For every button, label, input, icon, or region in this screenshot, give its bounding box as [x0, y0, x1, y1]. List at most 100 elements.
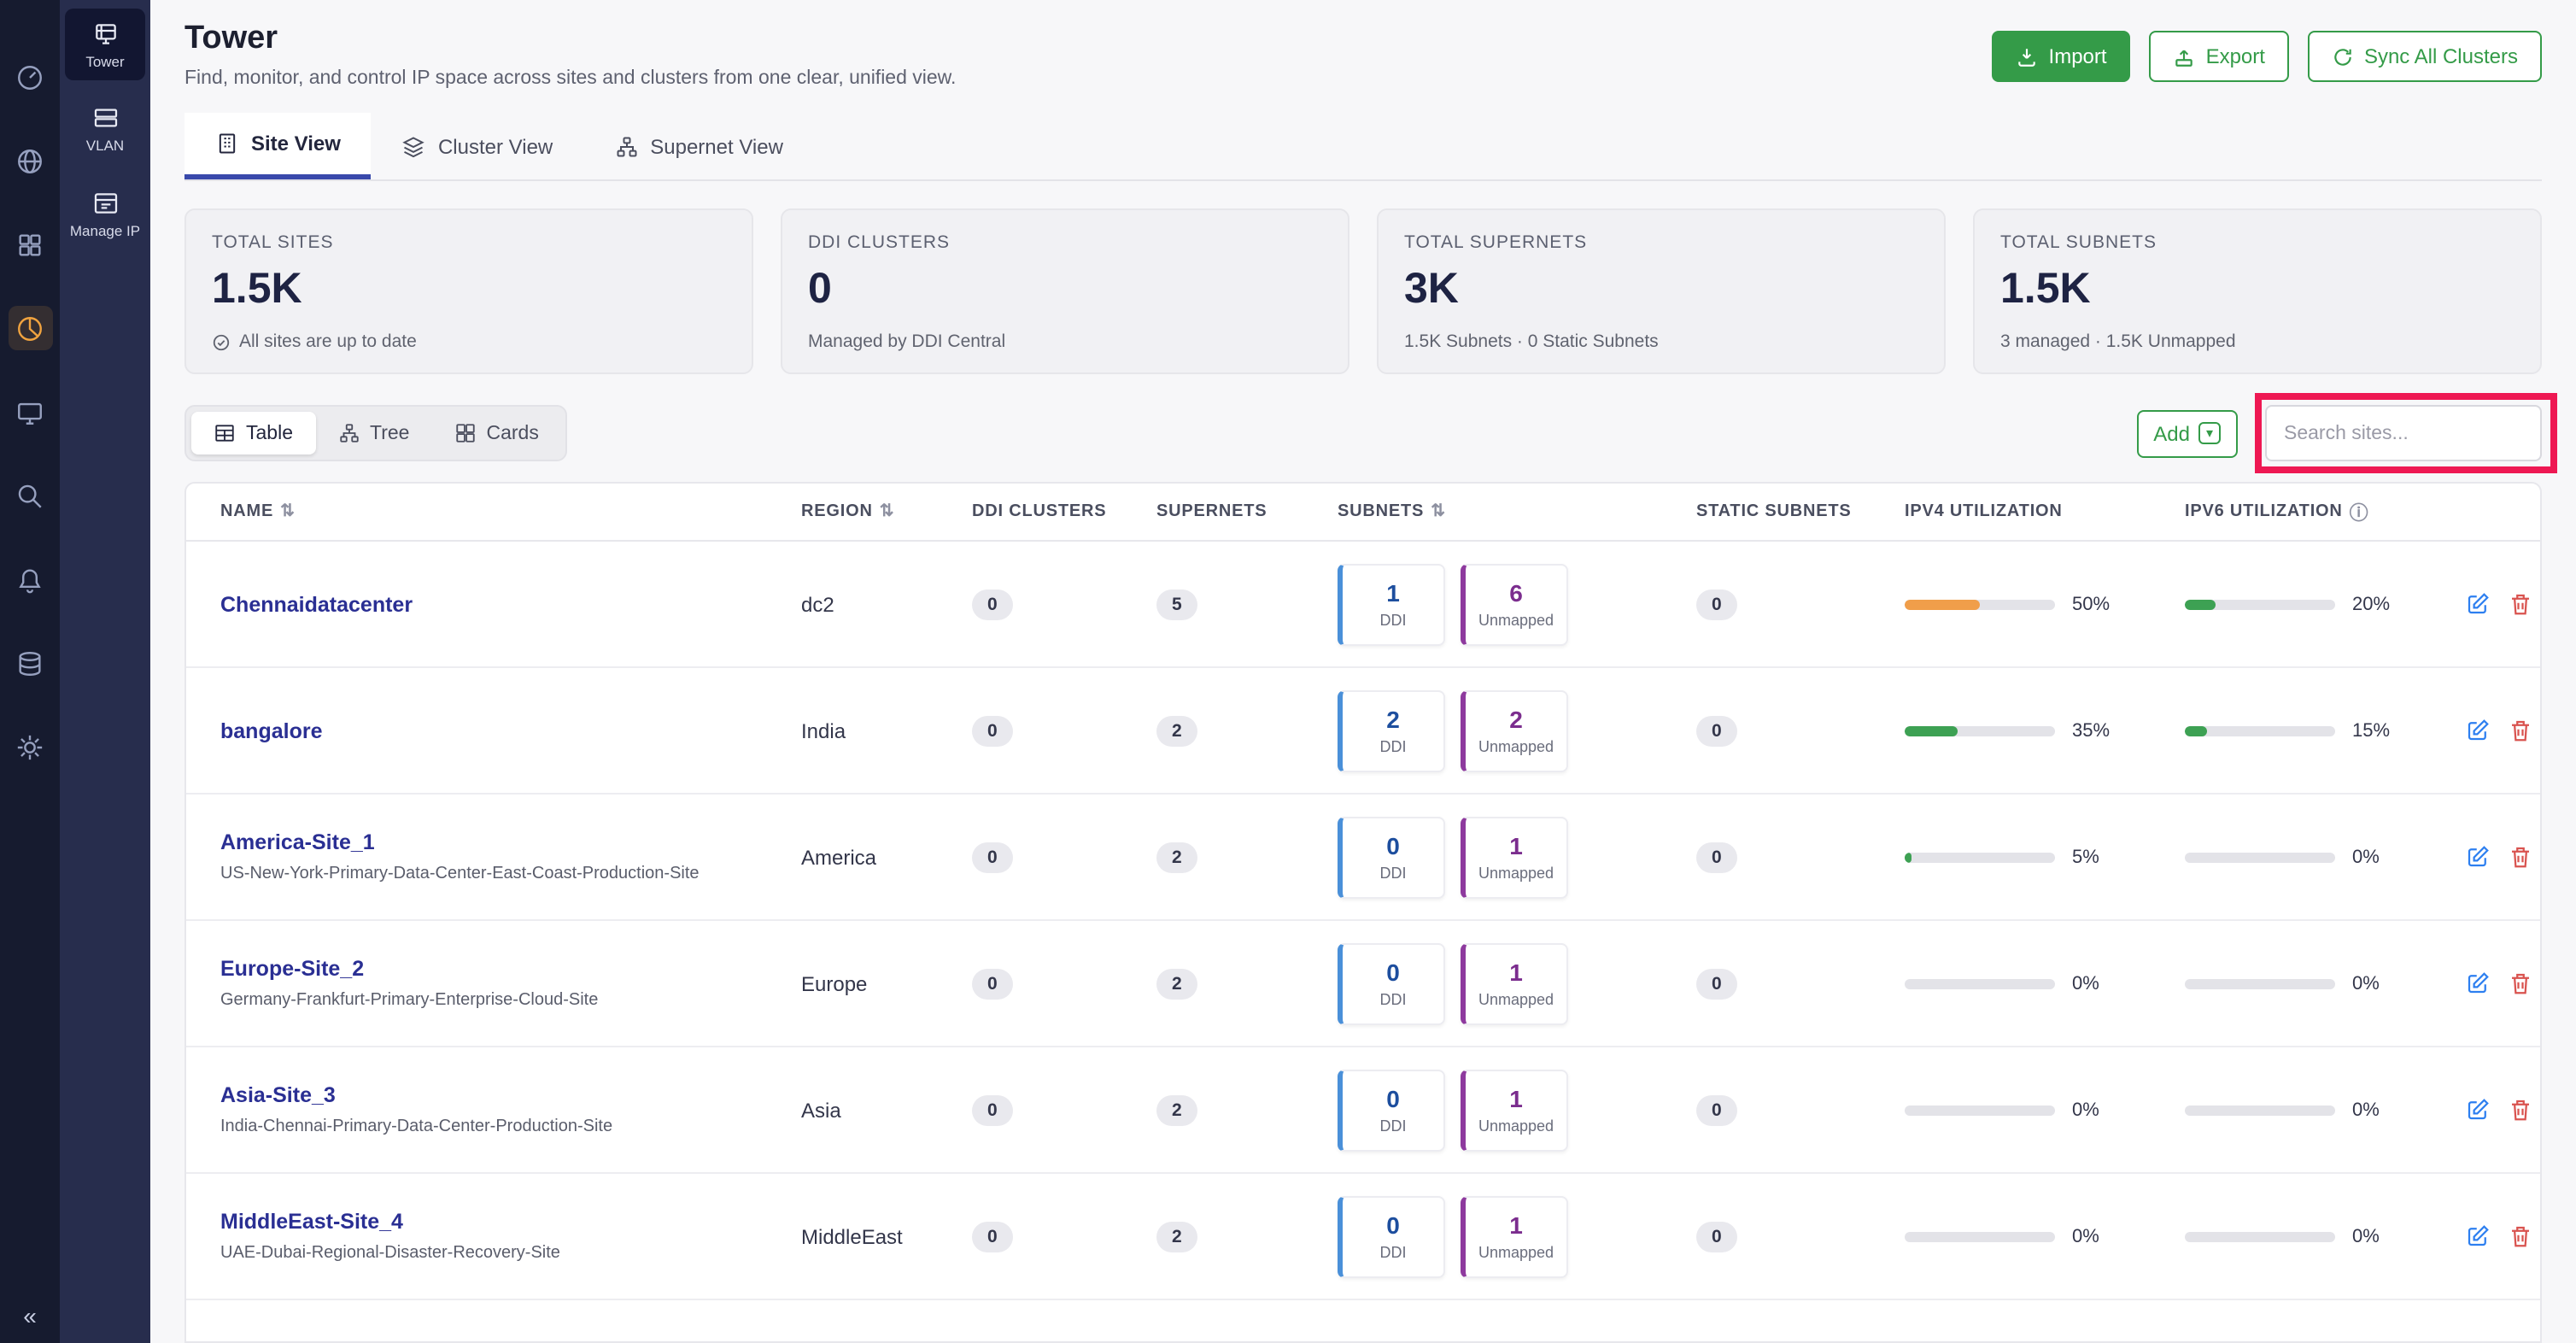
delete-icon[interactable] — [2508, 1223, 2533, 1249]
bell-icon[interactable] — [8, 557, 52, 601]
ipv6-progress-track — [2185, 978, 2335, 988]
ipv6-percent: 0% — [2352, 973, 2380, 994]
site-name-link[interactable]: bangalore — [220, 718, 784, 742]
tab-label: Cluster View — [438, 134, 553, 158]
view-cards-button[interactable]: Cards — [431, 412, 560, 455]
icon-rail: « — [0, 0, 60, 1343]
tab-cluster-view[interactable]: Cluster View — [372, 113, 583, 179]
cluster-view-icon — [402, 134, 426, 158]
collapse-sidebar-icon[interactable]: « — [0, 1302, 60, 1329]
dashboard-icon[interactable] — [8, 55, 52, 99]
view-tree-button[interactable]: Tree — [315, 412, 431, 455]
region-value: India — [784, 718, 955, 742]
table-row: MiddleEast-Site_4 UAE-Dubai-Regional-Dis… — [186, 1174, 2540, 1300]
subnet-ddi-count: 0 — [1386, 959, 1400, 986]
ipv6-percent: 0% — [2352, 1226, 2380, 1246]
ipv6-utilization-cell: 15% — [2168, 720, 2448, 741]
site-name-link[interactable]: MiddleEast-Site_4 — [220, 1210, 784, 1234]
ddi-clusters-badge: 0 — [972, 716, 1013, 747]
subnet-ddi-count: 0 — [1386, 832, 1400, 859]
add-button[interactable]: Add ▾ — [2136, 409, 2238, 457]
subnet-unmapped-box: 1 Unmapped — [1461, 942, 1568, 1024]
sidebar-item-vlan[interactable]: VLAN — [65, 93, 145, 166]
app-window: « Tower VLAN Manage IP Tower Find, monit… — [0, 0, 2576, 1343]
ipv4-progress-track — [1905, 599, 2055, 609]
stat-value: 3K — [1404, 265, 1918, 314]
view-tabs: Site View Cluster View Supernet View — [184, 113, 2542, 181]
tab-supernet-view[interactable]: Supernet View — [583, 113, 814, 179]
stat-value: 0 — [808, 265, 1322, 314]
subnet-unmapped-label: Unmapped — [1478, 865, 1554, 882]
subnet-unmapped-label: Unmapped — [1478, 738, 1554, 755]
search-input[interactable] — [2265, 405, 2542, 461]
ddi-clusters-badge: 0 — [972, 1222, 1013, 1252]
column-header-supernets: SUPERNETS — [1139, 502, 1320, 521]
dns-globe-icon[interactable] — [8, 138, 52, 183]
ipv4-utilization-cell: 0% — [1888, 1100, 2168, 1120]
stat-note-text: 3 managed · 1.5K Unmapped — [2000, 331, 2236, 352]
sidebar-item-label: Tower — [85, 55, 124, 71]
subnet-unmapped-count: 1 — [1509, 1211, 1523, 1239]
edit-icon[interactable] — [2465, 1223, 2491, 1249]
ddi-clusters-badge: 0 — [972, 842, 1013, 873]
supernets-badge: 2 — [1156, 842, 1197, 873]
delete-icon[interactable] — [2508, 1097, 2533, 1123]
region-value: Asia — [784, 1098, 955, 1122]
tab-site-view[interactable]: Site View — [184, 113, 372, 179]
sidebar-item-manage-ip[interactable]: Manage IP — [65, 177, 145, 249]
site-name-link[interactable]: America-Site_1 — [220, 830, 784, 854]
tab-label: Supernet View — [650, 134, 783, 158]
column-header-ipv6-utilization: IPV6 UTILIZATIONⓘ — [2168, 498, 2448, 525]
tower-icon — [91, 21, 119, 48]
sync-all-clusters-button[interactable]: Sync All Clusters — [2308, 31, 2542, 82]
column-header-subnets[interactable]: SUBNETS⇅ — [1320, 502, 1679, 521]
ipv4-percent: 0% — [2072, 1100, 2099, 1120]
ipv6-utilization-cell: 0% — [2168, 973, 2448, 994]
column-header-region[interactable]: REGION⇅ — [784, 502, 955, 521]
audit-search-icon[interactable] — [8, 473, 52, 518]
column-header-name[interactable]: NAME⇅ — [203, 502, 784, 521]
subnet-unmapped-count: 1 — [1509, 1085, 1523, 1112]
delete-icon[interactable] — [2508, 971, 2533, 996]
stat-label: TOTAL SITES — [212, 232, 726, 253]
delete-icon[interactable] — [2508, 591, 2533, 617]
edit-icon[interactable] — [2465, 591, 2491, 617]
export-button[interactable]: Export — [2150, 31, 2289, 82]
edit-icon[interactable] — [2465, 718, 2491, 743]
static-subnets-badge: 0 — [1696, 589, 1737, 620]
import-button[interactable]: Import — [1993, 31, 2131, 82]
database-icon[interactable] — [8, 641, 52, 685]
sidebar-item-tower[interactable]: Tower — [65, 9, 145, 81]
stat-card-total-supernets: TOTAL SUPERNETS 3K 1.5K Subnets · 0 Stat… — [1377, 208, 1946, 374]
edit-icon[interactable] — [2465, 1097, 2491, 1123]
ipv6-percent: 0% — [2352, 1100, 2380, 1120]
site-name-link[interactable]: Europe-Site_2 — [220, 957, 784, 981]
site-name-link[interactable]: Asia-Site_3 — [220, 1083, 784, 1107]
site-name-link[interactable]: Chennaidatacenter — [220, 592, 784, 616]
sidebar-item-label: Manage IP — [70, 223, 140, 239]
subnet-ddi-box: 0 DDI — [1338, 942, 1445, 1024]
ipv4-percent: 0% — [2072, 1226, 2099, 1246]
devices-icon[interactable] — [8, 390, 52, 434]
ipv6-progress-track — [2185, 852, 2335, 862]
delete-icon[interactable] — [2508, 844, 2533, 870]
supernets-badge: 2 — [1156, 1095, 1197, 1126]
ipv6-utilization-cell: 0% — [2168, 1226, 2448, 1246]
subnet-ddi-box: 0 DDI — [1338, 1069, 1445, 1151]
view-table-button[interactable]: Table — [191, 412, 315, 455]
subnet-unmapped-count: 1 — [1509, 832, 1523, 859]
subnet-ddi-count: 0 — [1386, 1085, 1400, 1112]
ipv6-progress-fill — [2185, 725, 2207, 736]
ddi-clusters-badge: 0 — [972, 969, 1013, 1000]
edit-icon[interactable] — [2465, 844, 2491, 870]
table-icon — [214, 422, 236, 444]
subnet-ddi-label: DDI — [1380, 738, 1407, 755]
edit-icon[interactable] — [2465, 971, 2491, 996]
sort-icon: ⇅ — [1431, 502, 1446, 521]
modules-icon[interactable] — [8, 222, 52, 267]
gear-icon[interactable] — [8, 724, 52, 769]
ipam-icon[interactable] — [8, 306, 52, 350]
info-icon[interactable]: ⓘ — [2350, 498, 2369, 525]
delete-icon[interactable] — [2508, 718, 2533, 743]
sidebar-item-label: VLAN — [86, 139, 124, 155]
